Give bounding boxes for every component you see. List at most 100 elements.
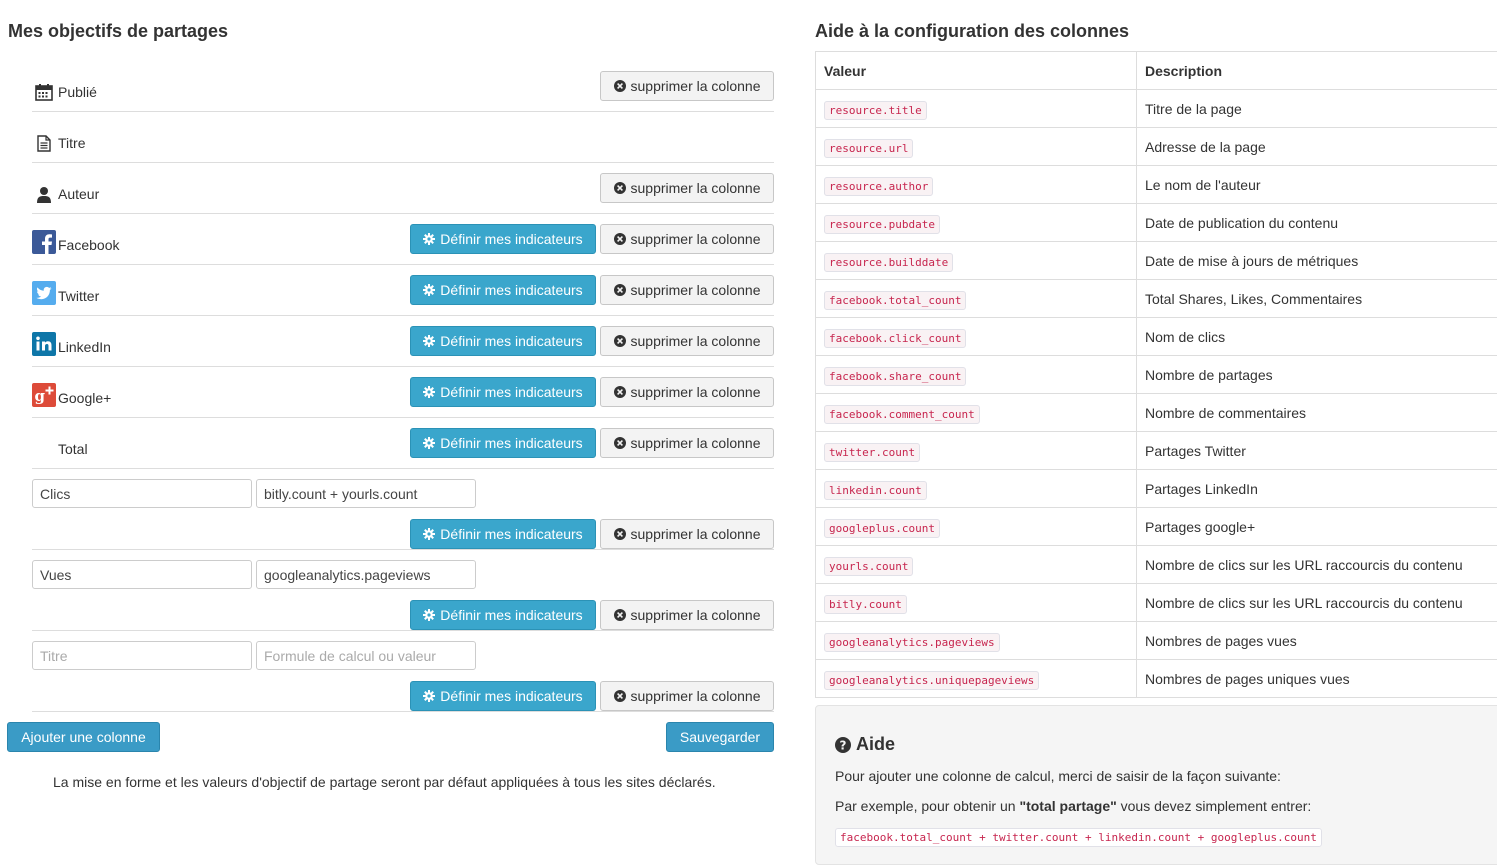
value-code: bitly.count — [824, 595, 907, 614]
help-line-2-post: vous devez simplement entrer: — [1117, 798, 1312, 814]
help-line-2: Par exemple, pour obtenir un "total part… — [835, 798, 1311, 814]
define-indicators-button[interactable]: Définir mes indicateurs — [410, 224, 596, 254]
value-code: twitter.count — [824, 443, 920, 462]
delete-column-label: supprimer la colonne — [631, 435, 761, 451]
remove-circle-icon — [614, 80, 626, 92]
file-text-icon — [32, 128, 56, 152]
remove-circle-icon — [614, 437, 626, 449]
delete-column-label: supprimer la colonne — [631, 384, 761, 400]
define-indicators-label: Définir mes indicateurs — [440, 435, 582, 451]
delete-column-label: supprimer la colonne — [631, 282, 761, 298]
value-cell: facebook.click_count — [816, 318, 1137, 356]
cog-icon — [423, 233, 435, 245]
delete-column-button[interactable]: supprimer la colonne — [600, 377, 774, 407]
cog-icon — [423, 386, 435, 398]
svg-text:?: ? — [840, 738, 847, 752]
description-cell: Nombre de partages — [1137, 356, 1497, 394]
table-row: resource.authorLe nom de l'auteur — [816, 166, 1497, 204]
delete-column-button[interactable]: supprimer la colonne — [600, 681, 774, 711]
table-row: googleanalytics.uniquepageviewsNombres d… — [816, 660, 1497, 698]
value-cell: facebook.comment_count — [816, 394, 1137, 432]
table-row: resource.titleTitre de la page — [816, 90, 1497, 128]
value-cell: bitly.count — [816, 584, 1137, 622]
delete-column-button[interactable]: supprimer la colonne — [600, 71, 774, 101]
save-button[interactable]: Sauvegarder — [666, 722, 774, 752]
value-cell: facebook.share_count — [816, 356, 1137, 394]
value-cell: resource.builddate — [816, 242, 1137, 280]
column-label-text: Titre — [58, 134, 85, 152]
delete-column-button[interactable]: supprimer la colonne — [600, 600, 774, 630]
value-header: Valeur — [816, 52, 1137, 90]
description-cell: Partages LinkedIn — [1137, 470, 1497, 508]
column-formula-input[interactable] — [256, 560, 476, 589]
define-indicators-button[interactable]: Définir mes indicateurs — [410, 428, 596, 458]
table-row: resource.pubdateDate de publication du c… — [816, 204, 1497, 242]
table-row: googleanalytics.pageviews Nombres de page… — [816, 622, 1497, 660]
svg-text:g: g — [35, 387, 46, 405]
remove-circle-icon — [614, 386, 626, 398]
blank-icon — [32, 434, 56, 458]
value-code: resource.title — [824, 101, 927, 120]
define-indicators-button[interactable]: Définir mes indicateurs — [410, 326, 596, 356]
add-column-button[interactable]: Ajouter une colonne — [7, 722, 160, 752]
define-indicators-button[interactable]: Définir mes indicateurs — [410, 600, 596, 630]
define-indicators-button[interactable]: Définir mes indicateurs — [410, 681, 596, 711]
value-code: googleanalytics.pageviews — [824, 633, 1000, 652]
description-cell: Adresse de la page — [1137, 128, 1497, 166]
column-formula-input[interactable] — [256, 641, 476, 670]
delete-column-button[interactable]: supprimer la colonne — [600, 519, 774, 549]
value-cell: facebook.total_count — [816, 280, 1137, 318]
value-code: facebook.total_count — [824, 291, 966, 310]
help-example-code: facebook.total_count + twitter.count + l… — [835, 828, 1322, 847]
column-label-text: Total — [58, 440, 88, 458]
value-code: yourls.count — [824, 557, 913, 576]
delete-column-label: supprimer la colonne — [631, 180, 761, 196]
delete-column-label: supprimer la colonne — [631, 333, 761, 349]
delete-column-button[interactable]: supprimer la colonne — [600, 275, 774, 305]
value-code: googleanalytics.uniquepageviews — [824, 671, 1039, 690]
column-name-input[interactable] — [32, 641, 252, 670]
value-code: resource.builddate — [824, 253, 953, 272]
define-indicators-label: Définir mes indicateurs — [440, 384, 582, 400]
remove-circle-icon — [614, 690, 626, 702]
delete-column-label: supprimer la colonne — [631, 78, 761, 94]
table-row: resource.urlAdresse de la page — [816, 128, 1497, 166]
column-label: Twitter — [32, 281, 99, 305]
table-row: linkedin.countPartages LinkedIn — [816, 470, 1497, 508]
define-indicators-button[interactable]: Définir mes indicateurs — [410, 519, 596, 549]
define-indicators-button[interactable]: Définir mes indicateurs — [410, 275, 596, 305]
value-cell: googleanalytics.pageviews — [816, 622, 1137, 660]
default-note: La mise en forme et les valeurs d'object… — [53, 774, 716, 790]
value-code: resource.author — [824, 177, 933, 196]
define-indicators-button[interactable]: Définir mes indicateurs — [410, 377, 596, 407]
description-cell: Nombre de clics sur les URL raccourcis d… — [1137, 546, 1497, 584]
description-cell: Nombre de commentaires — [1137, 394, 1497, 432]
description-header: Description — [1137, 52, 1497, 90]
table-row: twitter.countPartages Twitter — [816, 432, 1497, 470]
delete-column-button[interactable]: supprimer la colonne — [600, 173, 774, 203]
column-name-input[interactable] — [32, 479, 252, 508]
column-label: Publié — [32, 77, 97, 101]
delete-column-button[interactable]: supprimer la colonne — [600, 224, 774, 254]
table-row: facebook.comment_countNombre de commenta… — [816, 394, 1497, 432]
calendar-icon — [32, 77, 56, 101]
description-cell: Date de mise à jours de métriques — [1137, 242, 1497, 280]
table-header-row: Valeur Description — [816, 52, 1497, 90]
value-cell: linkedin.count — [816, 470, 1137, 508]
value-cell: resource.author — [816, 166, 1137, 204]
table-row: googleplus.countPartages google+ — [816, 508, 1497, 546]
delete-column-label: supprimer la colonne — [631, 688, 761, 704]
twitter-icon — [32, 281, 56, 305]
column-help-table: Valeur Description resource.titleTitre d… — [815, 51, 1497, 698]
column-formula-input[interactable] — [256, 479, 476, 508]
delete-column-button[interactable]: supprimer la colonne — [600, 326, 774, 356]
column-name-input[interactable] — [32, 560, 252, 589]
column-label: gGoogle+ — [32, 383, 111, 407]
help-example: facebook.total_count + twitter.count + l… — [835, 828, 1322, 844]
column-label-text: Twitter — [58, 287, 99, 305]
user-icon — [32, 179, 56, 203]
table-row: facebook.share_countNombre de partages — [816, 356, 1497, 394]
description-cell: Nombres de pages vues — [1137, 622, 1497, 660]
delete-column-button[interactable]: supprimer la colonne — [600, 428, 774, 458]
column-label: Auteur — [32, 179, 99, 203]
